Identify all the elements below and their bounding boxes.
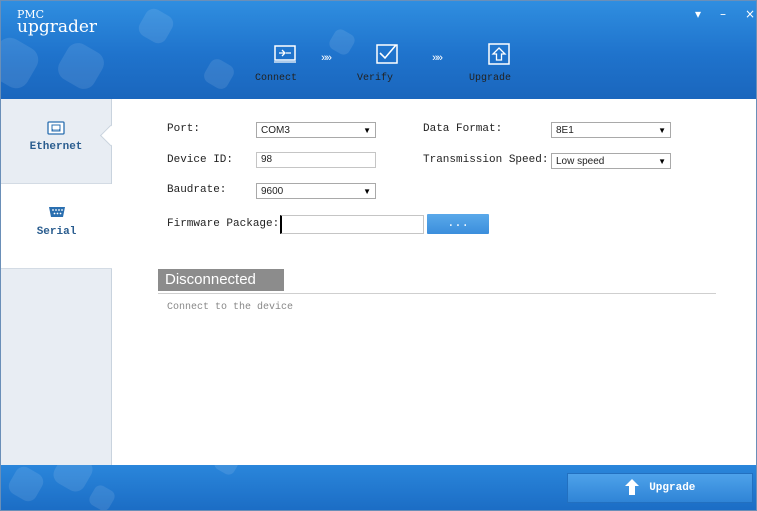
ethernet-icon — [47, 121, 65, 135]
decor-hex — [326, 26, 358, 58]
firmware-package-label: Firmware Package: — [167, 218, 280, 230]
menu-dropdown-icon[interactable]: ▾ — [695, 7, 701, 21]
decor-hex — [211, 465, 243, 478]
logo-big-text: upgrader — [17, 17, 98, 37]
decor-hex — [53, 38, 109, 94]
chevron-down-icon: ▼ — [363, 126, 371, 135]
step-connect-label: Connect — [255, 73, 298, 84]
step-verify: Verify — [357, 41, 417, 84]
chevron-down-icon: ▼ — [363, 187, 371, 196]
baudrate-select-value: 9600 — [261, 186, 284, 197]
decor-hex — [5, 465, 47, 505]
step-verify-label: Verify — [357, 73, 394, 84]
decor-hex — [201, 56, 237, 92]
device-id-label: Device ID: — [167, 154, 234, 166]
step-arrows: »» — [432, 53, 443, 65]
status-message: Connect to the device — [167, 302, 294, 313]
device-id-field[interactable]: 98 — [256, 152, 376, 168]
data-format-select[interactable]: 8E1 ▼ — [551, 122, 671, 138]
sidebar-item-serial[interactable]: Serial — [1, 184, 112, 269]
port-select[interactable]: COM3 ▼ — [256, 122, 376, 138]
minimize-button[interactable]: – — [720, 7, 726, 21]
transmission-speed-select-value: Low speed — [556, 156, 605, 167]
connection-status-badge: Disconnected — [158, 269, 284, 291]
step-arrows: »» — [321, 53, 332, 65]
footer-bar: Upgrade — [1, 465, 756, 510]
header-bar: PMC upgrader Connect »» Verify »» Upgrad… — [1, 1, 756, 99]
firmware-package-input[interactable] — [280, 215, 424, 234]
data-format-label: Data Format: — [423, 123, 503, 135]
serial-icon — [48, 206, 66, 220]
close-button[interactable]: × — [745, 7, 755, 21]
decor-hex — [135, 5, 177, 47]
port-label: Port: — [167, 123, 201, 135]
up-arrow-icon — [624, 479, 639, 496]
step-upgrade: Upgrade — [469, 41, 529, 84]
upgrade-arrow-icon — [486, 41, 512, 67]
chevron-down-icon: ▼ — [658, 126, 666, 135]
sidebar: Ethernet Serial — [1, 99, 112, 465]
upgrade-button[interactable]: Upgrade — [567, 473, 753, 503]
transmission-speed-select[interactable]: Low speed ▼ — [551, 153, 671, 169]
app-logo: PMC upgrader — [17, 9, 97, 36]
step-connect: Connect — [255, 41, 315, 84]
sidebar-item-ethernet[interactable]: Ethernet — [1, 99, 111, 184]
baudrate-label: Baudrate: — [167, 184, 227, 196]
verify-icon — [374, 41, 400, 67]
sidebar-item-serial-label: Serial — [36, 226, 77, 238]
status-divider — [158, 293, 716, 294]
decor-hex — [86, 482, 118, 510]
sidebar-item-ethernet-label: Ethernet — [29, 141, 83, 153]
app-window: PMC upgrader Connect »» Verify »» Upgrad… — [0, 0, 757, 511]
connect-icon — [272, 41, 298, 67]
browse-button[interactable]: ... — [427, 214, 489, 234]
transmission-speed-label: Transmission Speed: — [423, 154, 549, 166]
chevron-down-icon: ▼ — [658, 157, 666, 166]
decor-hex — [1, 32, 44, 94]
baudrate-select[interactable]: 9600 ▼ — [256, 183, 376, 199]
decor-hex — [49, 465, 97, 496]
step-upgrade-label: Upgrade — [469, 73, 512, 84]
port-select-value: COM3 — [261, 125, 290, 136]
data-format-select-value: 8E1 — [556, 125, 574, 136]
upgrade-button-label: Upgrade — [649, 482, 696, 494]
